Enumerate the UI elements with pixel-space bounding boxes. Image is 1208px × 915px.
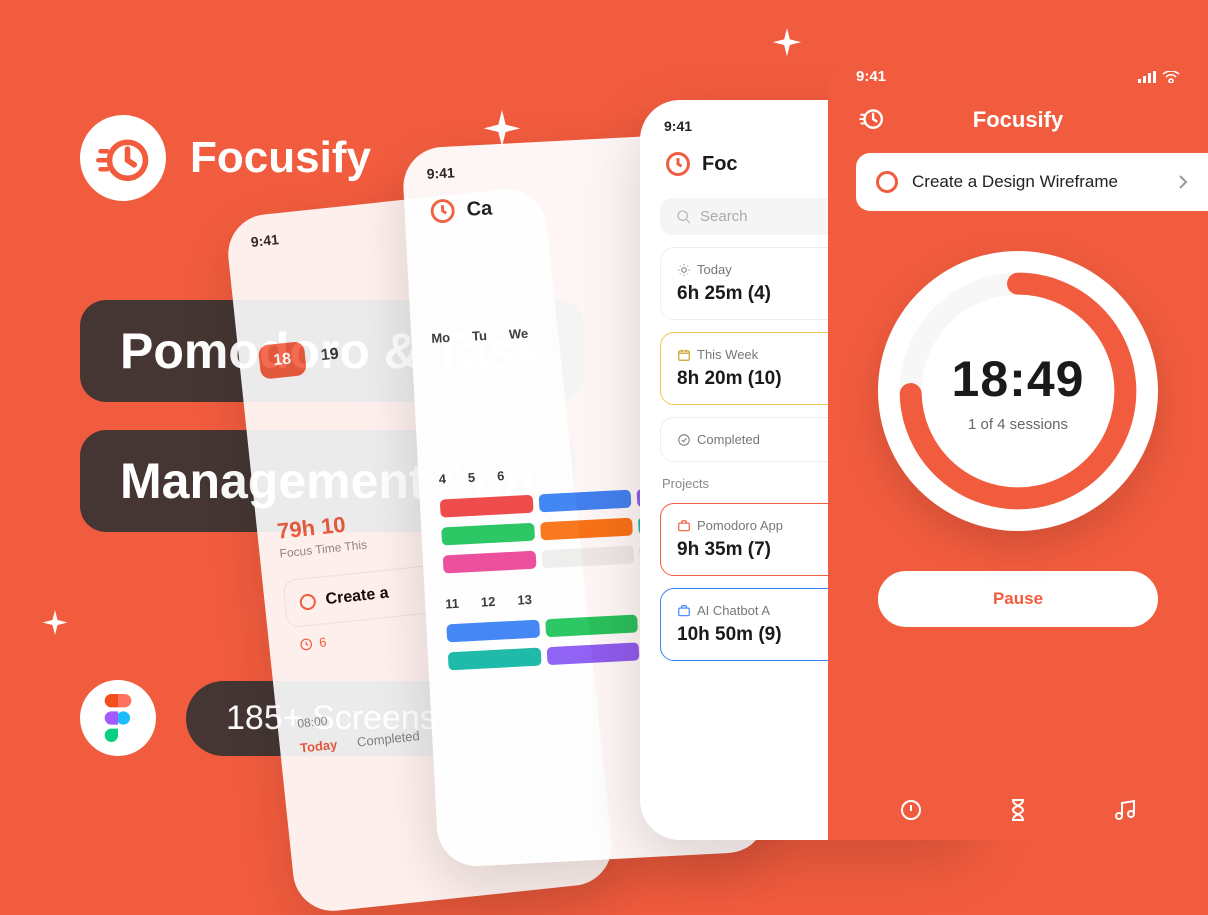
hourglass-icon[interactable] (1006, 798, 1030, 822)
header-title: Foc (702, 153, 738, 176)
tab-today[interactable]: Today (299, 737, 338, 756)
calendar-day-18[interactable]: 18 (258, 341, 307, 380)
logo-icon (664, 150, 692, 178)
briefcase-icon (677, 519, 691, 533)
status-time: 9:41 (856, 68, 886, 85)
alert-icon[interactable] (899, 798, 923, 822)
bottom-nav (828, 780, 1208, 840)
clock-icon (298, 636, 313, 651)
tab-completed[interactable]: Completed (356, 728, 420, 749)
figma-icon (101, 694, 135, 742)
radio-icon (299, 593, 317, 611)
calendar-icon (677, 348, 691, 362)
brand-logo: Focusify (80, 115, 371, 201)
music-icon[interactable] (1113, 798, 1137, 822)
wifi-icon (1162, 71, 1180, 83)
briefcase-icon (677, 604, 691, 618)
stopwatch-icon (96, 131, 150, 185)
status-bar: 9:41 (828, 50, 1208, 93)
logo-circle (80, 115, 166, 201)
brand-name: Focusify (190, 133, 371, 183)
sparkle-icon (770, 28, 804, 62)
calendar-day-19[interactable]: 19 (320, 345, 340, 365)
app-header: Focusify (828, 93, 1208, 153)
pause-button[interactable]: Pause (878, 571, 1158, 627)
header-logo-icon (858, 105, 884, 136)
check-circle-icon (677, 433, 691, 447)
timer: 18:49 1 of 4 sessions (828, 251, 1208, 531)
phone-mockup-main: 9:41 Focusify Create a Design Wireframe … (828, 50, 1208, 840)
sun-icon (677, 263, 691, 277)
chevron-right-icon (1178, 174, 1188, 190)
logo-icon (428, 196, 457, 225)
app-title: Focusify (973, 107, 1063, 133)
radio-icon (876, 171, 898, 193)
current-task-card[interactable]: Create a Design Wireframe (856, 153, 1208, 211)
figma-badge (80, 680, 156, 756)
sparkle-icon (40, 610, 70, 640)
task-title: Create a Design Wireframe (912, 172, 1164, 192)
header-title: Ca (466, 197, 493, 221)
search-icon (676, 209, 692, 225)
cellular-icon (1138, 71, 1156, 83)
